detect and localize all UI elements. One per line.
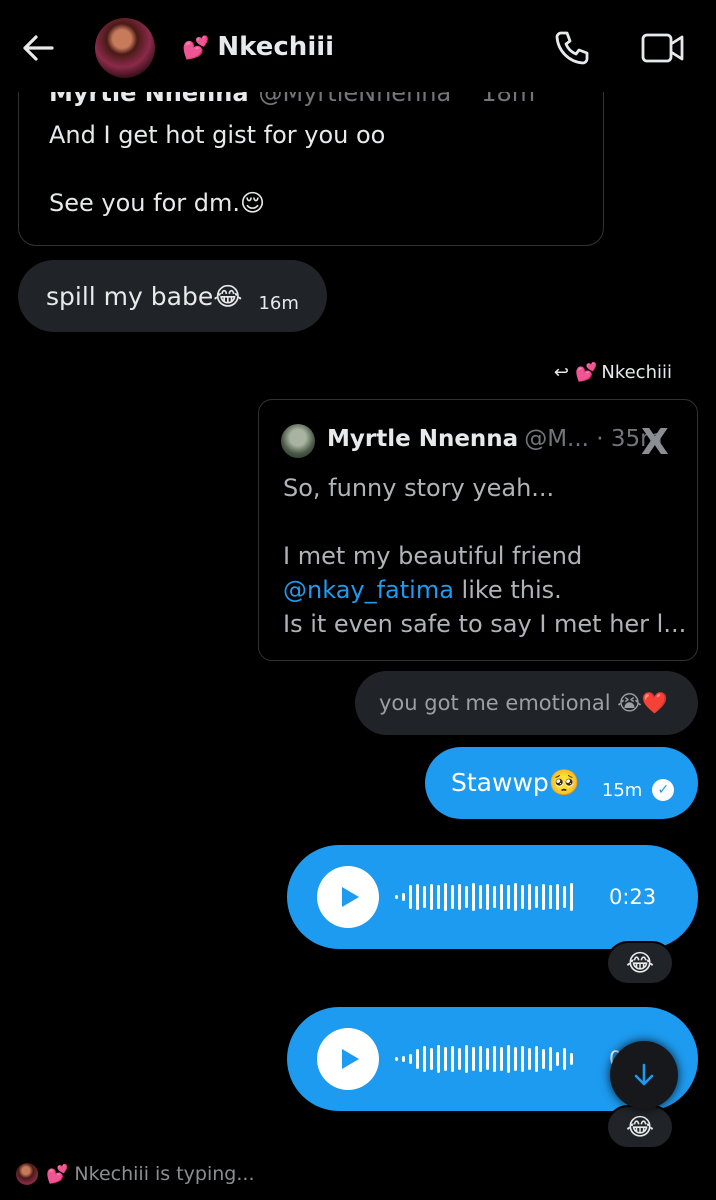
video-call-button[interactable] bbox=[640, 30, 686, 66]
arrow-down-icon bbox=[634, 1063, 654, 1086]
back-button[interactable] bbox=[18, 28, 58, 68]
reaction-badge[interactable]: 😂 bbox=[606, 941, 674, 985]
typing-indicator: 💕 Nkechiii is typing... bbox=[16, 1162, 255, 1186]
conversation-header: 💕 Nkechiii bbox=[0, 0, 716, 92]
heart-emoji: 💕 bbox=[46, 1163, 69, 1185]
received-message[interactable]: spill my babe😂 16m bbox=[18, 260, 327, 332]
arrow-left-icon bbox=[23, 35, 54, 61]
quoted-post-line: @nkay_fatima like this. bbox=[283, 576, 562, 604]
conversation-title[interactable]: 💕 Nkechiii bbox=[182, 32, 334, 62]
play-icon bbox=[342, 887, 359, 907]
quoted-post-line: And I get hot gist for you oo bbox=[49, 121, 386, 149]
avatar[interactable] bbox=[95, 18, 155, 78]
reaction-badge[interactable]: 😂 bbox=[606, 1105, 674, 1149]
reply-preview-bubble[interactable]: you got me emotional 😭❤️ bbox=[355, 671, 698, 735]
scroll-to-bottom-button[interactable] bbox=[610, 1041, 678, 1109]
sent-message[interactable]: Stawwp🥺 15m ✓ bbox=[425, 747, 698, 819]
mention-link[interactable]: @nkay_fatima bbox=[283, 576, 454, 604]
quoted-post-line: So, funny story yeah... bbox=[283, 474, 555, 502]
avatar bbox=[281, 424, 315, 458]
message-text: spill my babe😂 bbox=[46, 281, 243, 311]
video-camera-icon bbox=[641, 33, 684, 63]
voice-duration: 0:23 bbox=[609, 885, 657, 909]
quoted-post-line: See you for dm.😌 bbox=[49, 189, 266, 217]
reply-icon: ↩ bbox=[553, 362, 569, 383]
play-button[interactable] bbox=[317, 1028, 379, 1090]
play-button[interactable] bbox=[317, 866, 379, 928]
message-time: 15m bbox=[601, 779, 643, 801]
quoted-post-line: I met my beautiful friend bbox=[283, 542, 583, 570]
play-icon bbox=[342, 1049, 359, 1069]
call-button[interactable] bbox=[552, 28, 592, 68]
message-time: 16m bbox=[258, 292, 299, 314]
waveform bbox=[395, 883, 573, 911]
message-text: Stawwp🥺 bbox=[451, 768, 580, 797]
reply-target-name: Nkechiii bbox=[601, 362, 672, 383]
heart-emoji: 💕 bbox=[182, 36, 210, 61]
waveform bbox=[395, 1045, 573, 1073]
typing-text: Nkechiii is typing... bbox=[74, 1163, 255, 1185]
quoted-post-header: Myrtle Nnenna @M... · 35m bbox=[327, 426, 663, 452]
reply-indicator: ↩ 💕 Nkechiii bbox=[554, 362, 672, 383]
check-icon: ✓ bbox=[652, 779, 675, 801]
quoted-post-text: like this. bbox=[453, 576, 562, 604]
quoted-post-name: Myrtle Nnenna bbox=[327, 426, 519, 452]
x-logo-icon: X bbox=[641, 422, 669, 463]
quoted-post-card[interactable]: Myrtle Nnenna @M... · 35m X So, funny sto… bbox=[258, 399, 698, 661]
heart-emoji: 💕 bbox=[574, 362, 598, 383]
quoted-post-line: Is it even safe to say I met her l... bbox=[283, 610, 687, 638]
voice-message[interactable]: 0:23 bbox=[287, 845, 698, 949]
contact-name: Nkechiii bbox=[217, 32, 335, 62]
avatar bbox=[16, 1163, 38, 1185]
phone-icon bbox=[555, 31, 589, 65]
